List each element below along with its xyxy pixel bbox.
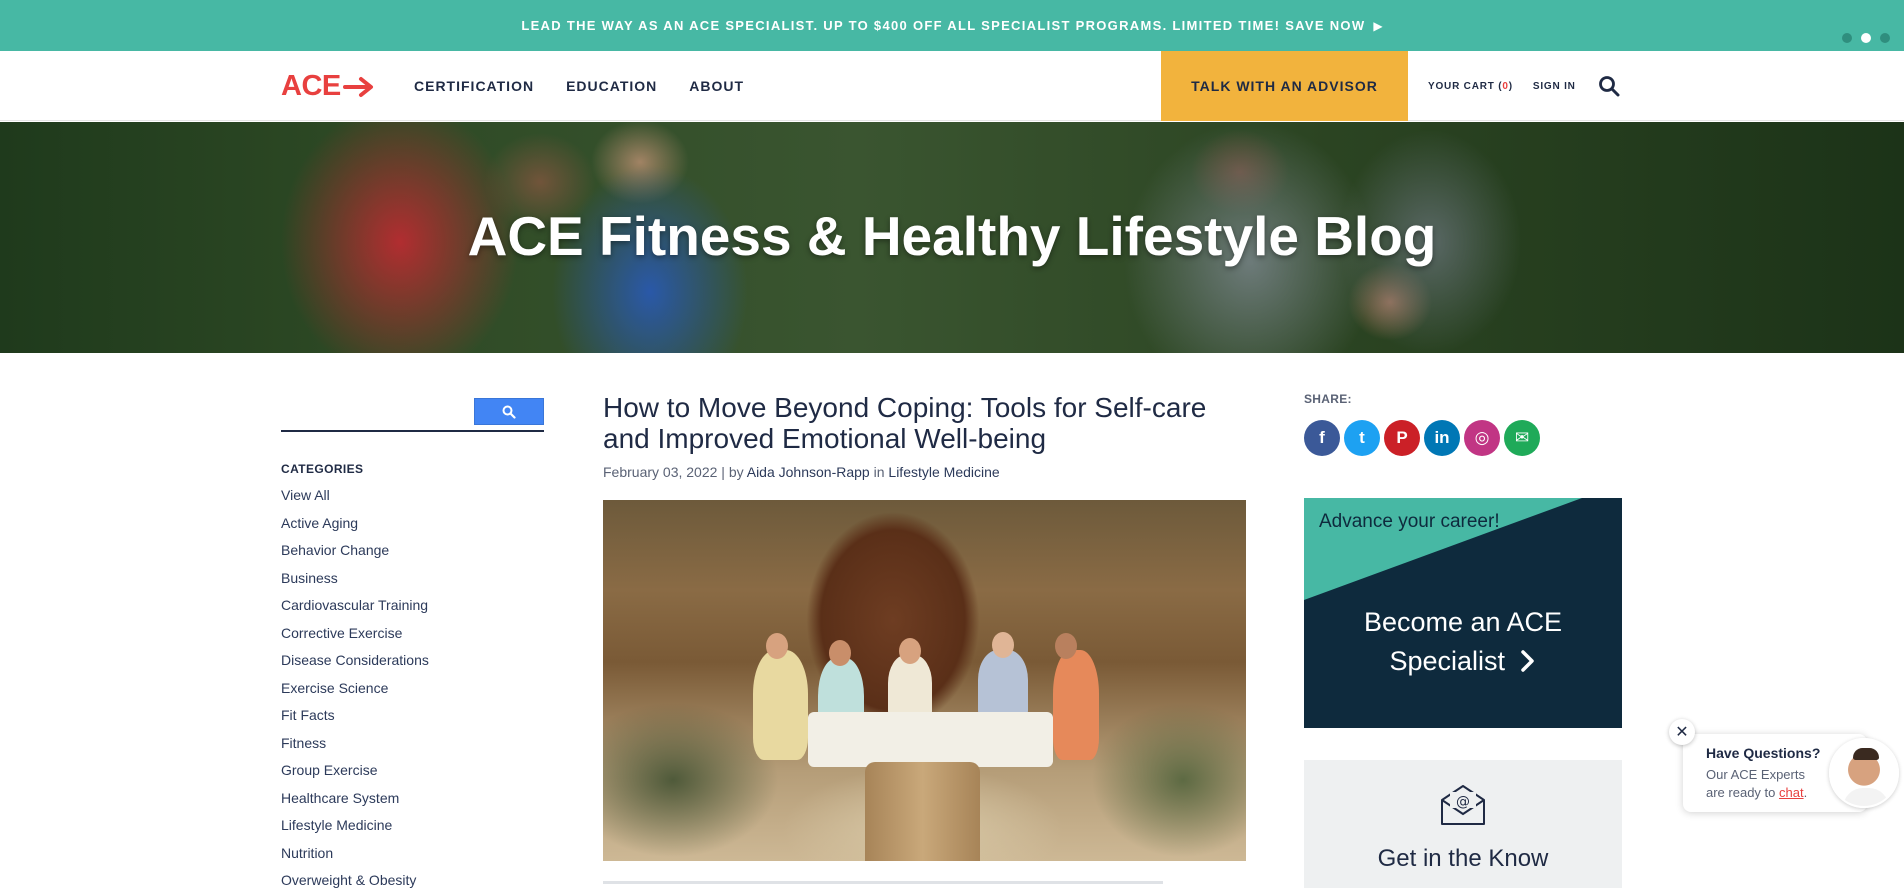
category-link[interactable]: Business	[281, 569, 429, 597]
author-link[interactable]: Aida Johnson-Rapp	[747, 464, 870, 480]
category-link[interactable]: Fitness	[281, 734, 429, 762]
category-link[interactable]: Exercise Science	[281, 679, 429, 707]
hero-title: ACE Fitness & Healthy Lifestyle Blog	[467, 205, 1437, 267]
facebook-icon[interactable]: f	[1304, 420, 1340, 456]
become-line-2: Specialist	[1304, 642, 1622, 681]
categories-panel: CATEGORIES View All Active Aging Behavio…	[281, 462, 429, 888]
email-envelope-icon: @	[1441, 785, 1485, 825]
cart-label: YOUR CART (	[1428, 80, 1503, 92]
close-icon[interactable]: ✕	[1669, 719, 1695, 745]
search-icon	[502, 405, 516, 419]
play-arrow-icon: ▶	[1373, 18, 1383, 33]
meta-in: in	[869, 464, 889, 480]
become-specialist-cta[interactable]: Become an ACE Specialist	[1304, 603, 1622, 681]
article-body-start	[603, 881, 1163, 888]
cart-close: )	[1508, 80, 1513, 92]
promo-bar[interactable]: LEAD THE WAY AS AN ACE SPECIALIST. UP TO…	[0, 0, 1904, 51]
main-nav: ACE CERTIFICATION EDUCATION ABOUT TALK W…	[0, 51, 1904, 121]
article-hero-image	[603, 500, 1246, 861]
category-link[interactable]: Corrective Exercise	[281, 624, 429, 652]
search-button[interactable]	[474, 398, 544, 425]
chevron-right-icon	[1520, 650, 1534, 672]
email-icon[interactable]: ✉	[1504, 420, 1540, 456]
newsletter-title: Get in the Know	[1377, 845, 1549, 872]
category-link[interactable]: Active Aging	[281, 514, 429, 542]
become-line-1: Become an ACE	[1363, 607, 1563, 637]
categories-heading: CATEGORIES	[281, 462, 364, 476]
chat-title: Have Questions?	[1706, 745, 1821, 761]
share-label: SHARE:	[1304, 392, 1352, 406]
talk-with-advisor-button[interactable]: TALK WITH AN ADVISOR	[1161, 51, 1408, 121]
twitter-icon[interactable]: t	[1344, 420, 1380, 456]
category-link[interactable]: Nutrition	[281, 844, 429, 872]
svg-text:@: @	[1456, 794, 1470, 810]
carousel-dots	[1842, 33, 1890, 43]
carousel-dot-2[interactable]	[1861, 33, 1871, 43]
nav-education[interactable]: EDUCATION	[566, 78, 657, 94]
category-link[interactable]: Cardiovascular Training	[281, 596, 429, 624]
category-link[interactable]: Lifestyle Medicine	[888, 464, 999, 480]
linkedin-icon[interactable]: in	[1424, 420, 1460, 456]
category-link[interactable]: Group Exercise	[281, 761, 429, 789]
cart-link[interactable]: YOUR CART (0)	[1428, 81, 1513, 92]
category-link[interactable]: Fit Facts	[281, 706, 429, 734]
search-icon[interactable]	[1598, 75, 1620, 97]
article-meta: February 03, 2022 | by Aida Johnson-Rapp…	[603, 464, 1245, 480]
promo-text[interactable]: LEAD THE WAY AS AN ACE SPECIALIST. UP TO…	[521, 18, 1365, 33]
logo-arrow-icon	[342, 76, 373, 97]
article-title: How to Move Beyond Coping: Tools for Sel…	[603, 392, 1207, 454]
category-link[interactable]: Disease Considerations	[281, 651, 429, 679]
category-link[interactable]: Behavior Change	[281, 541, 429, 569]
nav-about[interactable]: ABOUT	[689, 78, 744, 94]
advance-career-text: Advance your career!	[1319, 511, 1500, 532]
category-link[interactable]: Overweight & Obesity	[281, 871, 429, 888]
article-date: February 03, 2022	[603, 464, 718, 480]
become-specialist-card[interactable]: Advance your career! Become an ACE Speci…	[1304, 498, 1622, 728]
meta-separator: | by	[717, 464, 747, 480]
categories-list: View All Active Aging Behavior Change Bu…	[281, 486, 429, 888]
ace-logo[interactable]: ACE	[281, 70, 377, 103]
chat-agent-avatar[interactable]	[1829, 738, 1899, 808]
blog-search-input[interactable]	[281, 398, 544, 432]
nav-certification[interactable]: CERTIFICATION	[414, 78, 534, 94]
category-link[interactable]: View All	[281, 486, 429, 514]
carousel-dot-3[interactable]	[1880, 33, 1890, 43]
share-icons: f t Pin ◎ ✉	[1304, 420, 1540, 456]
instagram-icon[interactable]: ◎	[1464, 420, 1500, 456]
logo-text: ACE	[281, 70, 341, 102]
category-link[interactable]: Lifestyle Medicine	[281, 816, 429, 844]
chat-link[interactable]: chat	[1779, 785, 1804, 800]
utility-nav: YOUR CART (0) SIGN IN	[1428, 51, 1620, 121]
nav-links: CERTIFICATION EDUCATION ABOUT	[414, 51, 744, 121]
newsletter-card: @ Get in the Know	[1304, 760, 1622, 888]
carousel-dot-1[interactable]	[1842, 33, 1852, 43]
category-link[interactable]: Healthcare System	[281, 789, 429, 817]
article-header: How to Move Beyond Coping: Tools for Sel…	[603, 392, 1245, 480]
pinterest-icon[interactable]: P	[1384, 420, 1420, 456]
hero-banner: ACE Fitness & Healthy Lifestyle Blog	[0, 122, 1904, 353]
chat-body: Our ACE Experts are ready to chat.	[1706, 767, 1808, 800]
sign-in-link[interactable]: SIGN IN	[1533, 81, 1576, 92]
